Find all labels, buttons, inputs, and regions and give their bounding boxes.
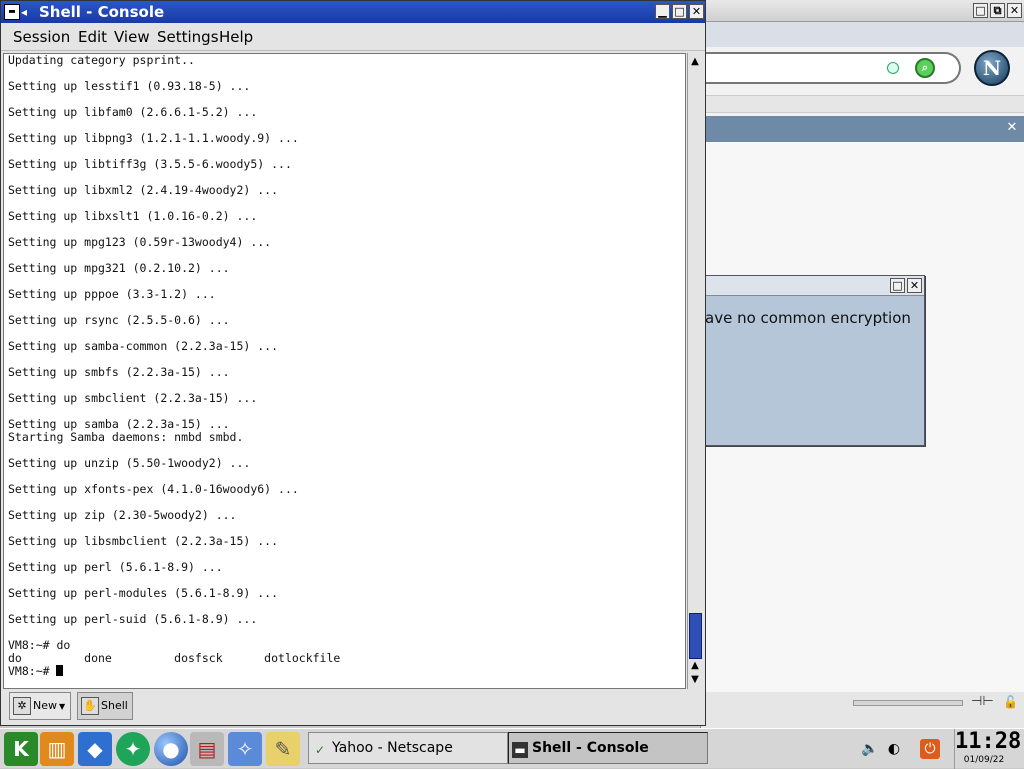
terminal-prompt-line[interactable]: VM8:~# bbox=[8, 665, 683, 678]
menubar: Session Edit View Settings Help bbox=[1, 23, 705, 51]
terminal-line: Setting up libfam0 (2.6.6.1-5.2) ... bbox=[8, 105, 258, 119]
netscape-titlebar[interactable]: □ ⧉ ✕ bbox=[701, 0, 1024, 22]
taskbar: K ▥ ◆ ✦ ● ▤ ✧ ✎ ✓ Yahoo - Netscape ▬ Shell… bbox=[0, 728, 1024, 769]
new-session-label: New bbox=[33, 699, 57, 712]
terminal-line: Setting up zip (2.30-5woody2) ... bbox=[8, 508, 237, 522]
connection-icon: ⊣⊢ bbox=[971, 694, 994, 709]
speaker-icon[interactable]: 🔈 bbox=[860, 739, 880, 759]
terminal-line: Setting up perl-suid (5.6.1-8.9) ... bbox=[8, 612, 258, 626]
window-menu-icon[interactable]: ▬ bbox=[4, 4, 20, 20]
search-icon[interactable]: ⌕ bbox=[915, 58, 935, 78]
terminal-line: Setting up pppoe (3.3-1.2) ... bbox=[8, 287, 216, 301]
netscape-icon: ✓ bbox=[314, 743, 326, 757]
netscape-toolbar bbox=[701, 22, 1024, 47]
terminal-line: Setting up perl (5.6.1-8.9) ... bbox=[8, 560, 223, 574]
terminal-line: Setting up mpg321 (0.2.10.2) ... bbox=[8, 261, 230, 275]
clock-date: 01/09/22 bbox=[963, 755, 1005, 765]
globe-icon[interactable]: ● bbox=[154, 732, 188, 766]
kde-menu-icon[interactable]: K bbox=[4, 732, 38, 766]
konsole-icon: ▬ bbox=[512, 742, 528, 758]
minimize-button[interactable]: □ bbox=[973, 3, 988, 18]
konsole-window: ▬ ◂ Shell - Console ▁ □ ✕ Session Edit V… bbox=[0, 0, 706, 726]
runner-globe-icon[interactable]: ✧ bbox=[228, 732, 262, 766]
konsole-titlebar[interactable]: ▬ ◂ Shell - Console ▁ □ ✕ bbox=[1, 1, 705, 23]
terminal-line: Setting up rsync (2.5.5-0.6) ... bbox=[8, 313, 230, 327]
terminal-scrollbar[interactable]: ▲ ▲ ▼ bbox=[687, 53, 703, 689]
personal-toolbar bbox=[701, 95, 1024, 113]
terminal-line: Setting up lesstif1 (0.93.18-5) ... bbox=[8, 79, 251, 93]
dialog-titlebar[interactable]: □ ✕ bbox=[701, 276, 924, 296]
window-title: Shell - Console bbox=[39, 3, 165, 21]
terminal-line: Setting up libpng3 (1.2.1-1.1.woody.9) .… bbox=[8, 131, 299, 145]
maximize-button[interactable]: ⧉ bbox=[990, 3, 1005, 18]
terminal-line: Setting up perl-modules (5.6.1-8.9) ... bbox=[8, 586, 279, 600]
terminal-line: Starting Samba daemons: nmbd smbd. bbox=[8, 430, 244, 444]
terminal-line: Updating category psprint.. bbox=[8, 53, 195, 67]
terminal-line: Setting up samba-common (2.2.3a-15) ... bbox=[8, 339, 279, 353]
sticky-pin-icon[interactable]: ◂ bbox=[21, 4, 35, 20]
dialog-message: ave no common encryption bbox=[705, 309, 911, 327]
klipper-icon[interactable]: ◐ bbox=[884, 739, 904, 759]
session-tabbar: ✲ New ▼ ✋ Shell bbox=[3, 690, 703, 722]
task-shell-console[interactable]: ▬ Shell - Console bbox=[508, 732, 708, 764]
menu-edit[interactable]: Edit bbox=[78, 27, 107, 47]
scroll-down-arrow-icon[interactable]: ▼ bbox=[688, 673, 702, 687]
scroll-up-arrow-icon[interactable]: ▲ bbox=[688, 659, 702, 673]
system-tray: 🔈 ◐ ⏻ bbox=[850, 732, 950, 766]
sidebar-close-icon[interactable]: ✕ bbox=[1004, 120, 1020, 136]
maximize-button[interactable]: □ bbox=[672, 4, 687, 19]
scroll-up-arrow-icon[interactable]: ▲ bbox=[688, 55, 702, 69]
terminal-line: Setting up smbfs (2.2.3a-15) ... bbox=[8, 365, 230, 379]
terminal-line: Setting up xfonts-pex (4.1.0-16woody6) .… bbox=[8, 482, 299, 496]
terminal-prompt: VM8:~# bbox=[8, 664, 57, 678]
dialog-close-button[interactable]: ✕ bbox=[907, 278, 922, 293]
close-button[interactable]: ✕ bbox=[1007, 3, 1022, 18]
security-lock-icon[interactable]: 🔓 bbox=[1003, 694, 1019, 710]
terminal-area[interactable]: Updating category psprint.. Setting up le… bbox=[3, 53, 686, 689]
netscape-logo-icon[interactable]: N bbox=[974, 50, 1010, 86]
url-dropdown-icon[interactable] bbox=[887, 62, 899, 74]
status-bar: ⊣⊢ 🔓 bbox=[701, 692, 1024, 728]
new-session-icon: ✲ bbox=[13, 697, 31, 715]
minimize-button[interactable]: ▁ bbox=[655, 4, 670, 19]
terminal-line: Setting up libxslt1 (1.0.16-0.2) ... bbox=[8, 209, 258, 223]
terminal-line: do done dosfsck dotlockfile bbox=[8, 651, 341, 665]
menu-settings[interactable]: Settings bbox=[157, 27, 219, 47]
running-man-icon[interactable]: ✦ bbox=[116, 732, 150, 766]
cube-icon[interactable]: ◆ bbox=[78, 732, 112, 766]
menu-help[interactable]: Help bbox=[219, 27, 253, 47]
tab-shell-label: Shell bbox=[101, 699, 128, 712]
terminal-output: Updating category psprint.. Setting up le… bbox=[8, 54, 683, 678]
menu-view[interactable]: View bbox=[114, 27, 150, 47]
progress-bar bbox=[853, 700, 963, 706]
pencil-icon[interactable]: ✎ bbox=[266, 732, 300, 766]
terminal-cursor bbox=[56, 665, 64, 676]
sidebar-header: ✕ bbox=[701, 116, 1024, 142]
terminal-line: Setting up unzip (5.50-1woody2) ... bbox=[8, 456, 251, 470]
printer-icon[interactable]: ▤ bbox=[190, 732, 224, 766]
security-dialog: □ ✕ ave no common encryption bbox=[700, 275, 925, 446]
terminal-line: Setting up mpg123 (0.59r-13woody4) ... bbox=[8, 235, 272, 249]
task-label: Shell - Console bbox=[532, 740, 649, 756]
new-session-button[interactable]: ✲ New ▼ bbox=[9, 692, 71, 720]
chevron-down-icon[interactable]: ▼ bbox=[59, 702, 65, 711]
close-button[interactable]: ✕ bbox=[689, 4, 704, 19]
task-yahoo-netscape[interactable]: ✓ Yahoo - Netscape bbox=[308, 732, 508, 764]
terminal-line: Setting up libsmbclient (2.2.3a-15) ... bbox=[8, 534, 279, 548]
lifejacket-icon[interactable]: ▥ bbox=[40, 732, 74, 766]
tab-shell[interactable]: ✋ Shell bbox=[77, 692, 133, 720]
terminal-line: Setting up libxml2 (2.4.19-4woody2) ... bbox=[8, 183, 279, 197]
url-bar[interactable]: ⌕ bbox=[701, 52, 961, 84]
terminal-line: Setting up libtiff3g (3.5.5-6.woody5) ..… bbox=[8, 157, 292, 171]
clock[interactable]: 11:28 01/09/22 bbox=[954, 729, 1022, 769]
terminal-line: Setting up smbclient (2.2.3a-15) ... bbox=[8, 391, 258, 405]
menu-session[interactable]: Session bbox=[13, 27, 70, 47]
clock-time: 11:28 bbox=[955, 729, 1022, 754]
task-label: Yahoo - Netscape bbox=[332, 740, 453, 756]
dialog-maximize-button[interactable]: □ bbox=[890, 278, 905, 293]
shell-icon: ✋ bbox=[81, 697, 99, 715]
power-icon[interactable]: ⏻ bbox=[920, 739, 940, 759]
scroll-thumb[interactable] bbox=[689, 613, 702, 659]
